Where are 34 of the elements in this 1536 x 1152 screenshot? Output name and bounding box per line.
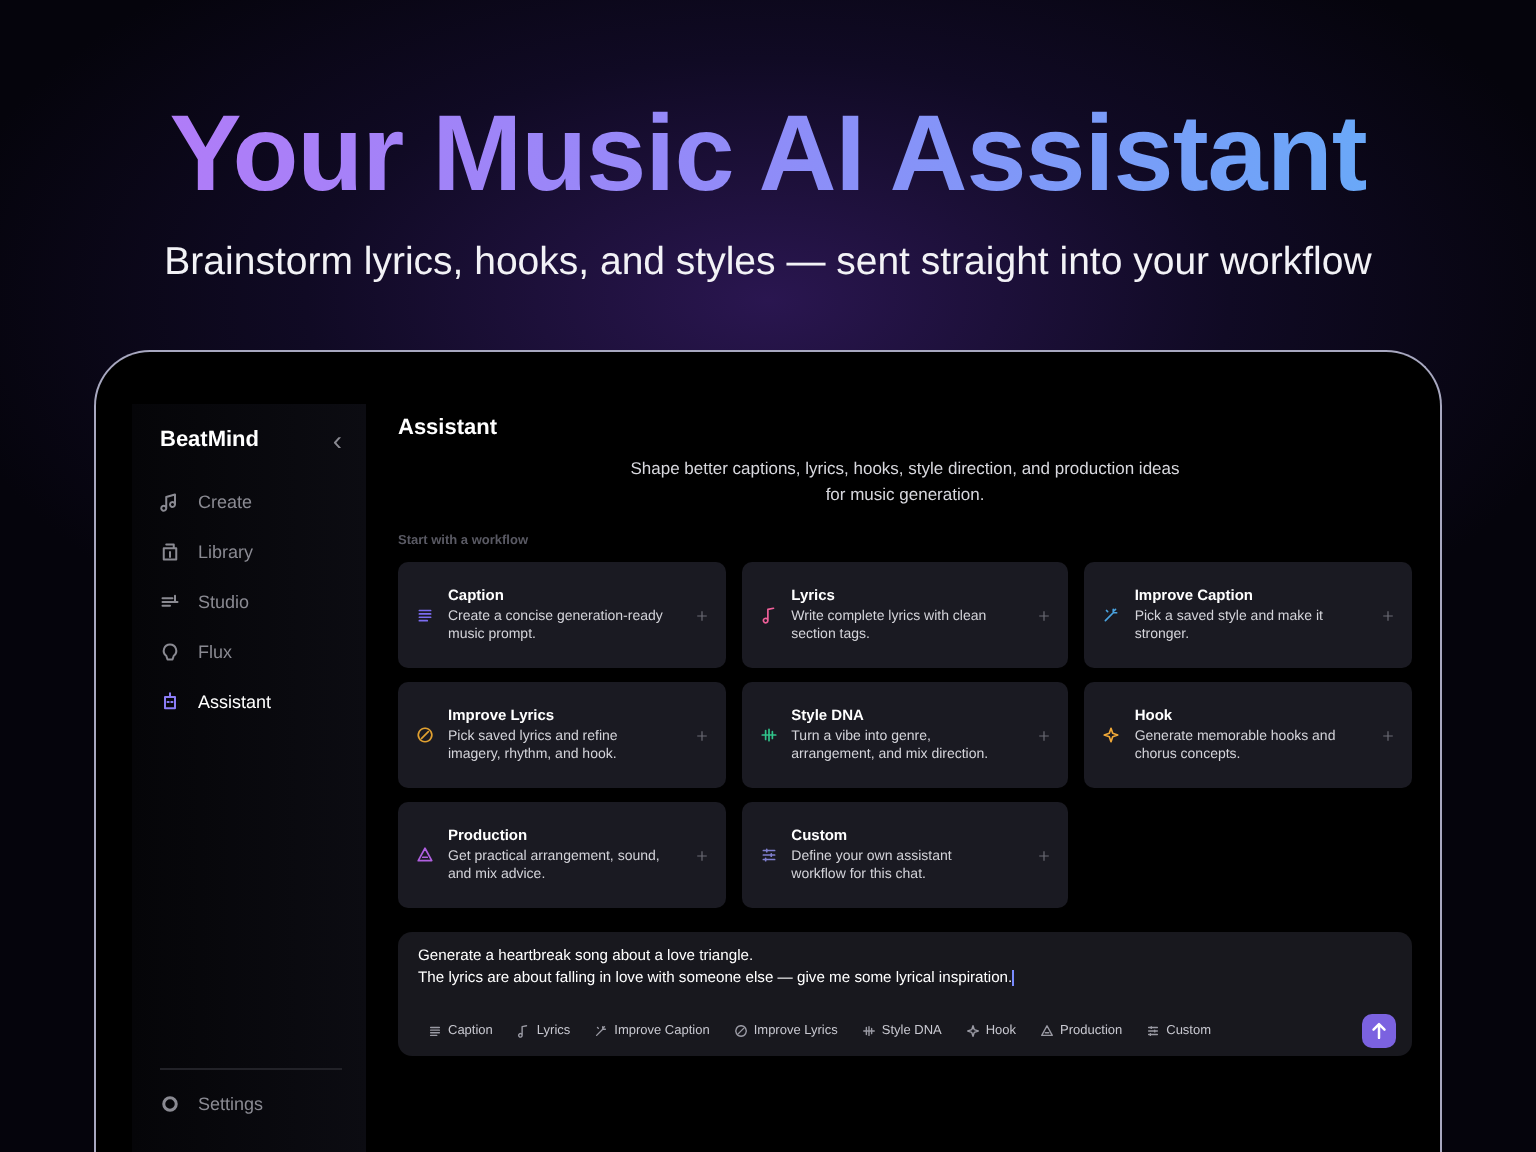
sliders-icon [160, 591, 180, 611]
box-icon [160, 541, 180, 561]
settings-item[interactable]: Settings [160, 1078, 342, 1128]
sidebar-item[interactable]: Library [160, 526, 342, 576]
plus-icon [1382, 609, 1394, 621]
music-notes-icon [160, 491, 180, 511]
collapse-button[interactable]: ‹ [332, 424, 342, 456]
bulb-icon [160, 641, 180, 661]
brand-name: BeatMind [160, 428, 259, 452]
plus-icon [695, 849, 708, 861]
plus-icon [1382, 729, 1394, 741]
sidebar-item[interactable]: Create [160, 476, 342, 526]
music-note-icon [516, 1024, 531, 1038]
up-arrow-icon [1368, 1020, 1390, 1042]
magic-wand-icon [594, 1024, 609, 1038]
sidebar-item[interactable]: Studio [160, 576, 342, 626]
settings-icon [160, 1093, 180, 1113]
triangle-icon [1040, 1024, 1055, 1038]
sliders-icon [1146, 1024, 1161, 1038]
waveform-icon [861, 1024, 876, 1038]
hero-subtitle: Brainstorm lyrics, hooks, and styles — sent straight into your workflow [164, 240, 1372, 286]
sparkle-icon [965, 1024, 980, 1038]
sidebar-item[interactable]: Flux [160, 626, 342, 676]
plus-icon [1038, 729, 1051, 741]
plus-icon [1038, 609, 1051, 621]
intro-text: Shape better captions, lyrics, hooks, style direction, and production ideas for music generation. [630, 456, 1180, 506]
sidebar-item[interactable]: Assistant [160, 676, 342, 726]
send-button[interactable] [1362, 1014, 1396, 1048]
plus-icon [695, 729, 708, 741]
page-title: Assistant [398, 416, 500, 440]
lines-icon [428, 1024, 442, 1038]
plus-icon [695, 609, 708, 621]
robot-icon [160, 691, 180, 711]
plus-icon [1038, 849, 1051, 861]
